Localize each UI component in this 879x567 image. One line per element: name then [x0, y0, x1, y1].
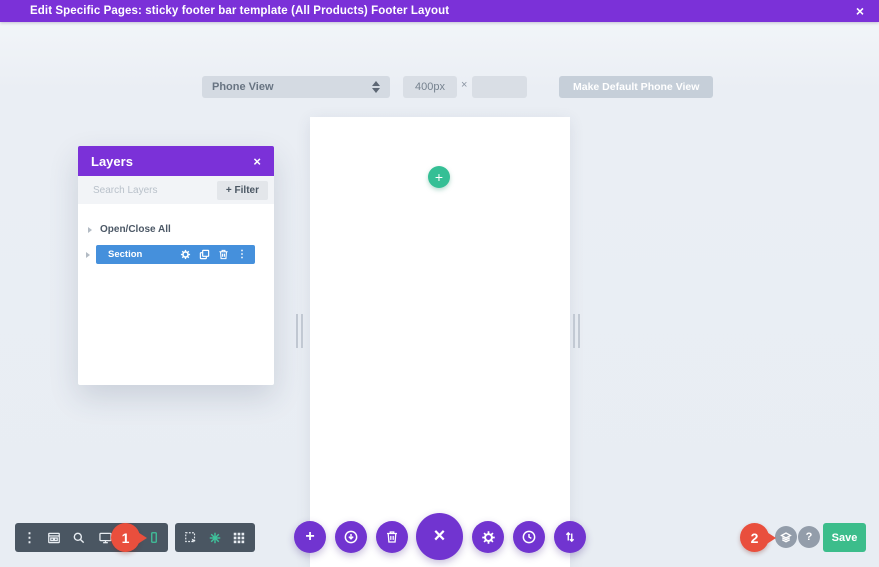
layers-list: Open/Close All Section [78, 204, 274, 264]
open-close-all-label: Open/Close All [100, 224, 171, 235]
trash-button[interactable] [376, 521, 408, 553]
resize-handle-right[interactable] [573, 314, 580, 348]
open-close-all-row[interactable]: Open/Close All [78, 224, 274, 235]
layers-panel: Layers × + Filter Open/Close All Section [78, 146, 274, 385]
settings-button[interactable] [472, 521, 504, 553]
resize-handle-left[interactable] [296, 314, 303, 348]
wireframe-view-icon[interactable] [47, 531, 61, 545]
save-to-library-button[interactable] [335, 521, 367, 553]
grid-view-icon[interactable] [232, 531, 246, 545]
save-button[interactable]: Save [823, 523, 866, 552]
click-mode-icon[interactable] [184, 531, 198, 545]
duplicate-icon[interactable] [199, 249, 210, 260]
annotation-pin-1: 1 [111, 523, 140, 552]
section-label: Section [108, 249, 172, 260]
layers-toggle-button[interactable] [775, 526, 797, 548]
annotation-pin-2: 2 [740, 523, 769, 552]
portability-button[interactable] [554, 521, 586, 553]
options-menu-icon[interactable]: ⋮ [23, 531, 36, 544]
phone-view-icon[interactable] [148, 531, 160, 544]
chevron-right-icon [88, 227, 92, 233]
gear-icon[interactable] [180, 249, 191, 260]
trash-icon[interactable] [218, 249, 229, 260]
help-button[interactable]: ? [798, 526, 820, 548]
select-stepper-icon [372, 81, 380, 93]
close-icon: × [434, 525, 446, 548]
divi-builder-screen: Edit Specific Pages: sticky footer bar t… [0, 0, 879, 567]
view-mode-select[interactable]: Phone View [202, 76, 390, 98]
layers-panel-title: Layers [91, 154, 133, 169]
top-header-bar: Edit Specific Pages: sticky footer bar t… [0, 0, 879, 22]
page-title: Edit Specific Pages: sticky footer bar t… [0, 5, 449, 17]
interaction-mode-icon[interactable] [208, 531, 222, 545]
layers-panel-header[interactable]: Layers × [78, 146, 274, 176]
close-icon[interactable]: × [856, 0, 864, 22]
section-layer-row[interactable]: Section [86, 245, 274, 264]
history-button[interactable] [513, 521, 545, 553]
make-default-phone-view-button[interactable]: Make Default Phone View [559, 76, 713, 98]
zoom-icon[interactable] [72, 531, 86, 545]
dots-vertical-icon[interactable]: ⋮ [237, 250, 247, 260]
add-button[interactable]: + [294, 521, 326, 553]
viewport-width-input[interactable] [403, 76, 457, 98]
exit-builder-button[interactable]: × [416, 513, 463, 560]
view-mode-value: Phone View [212, 81, 274, 93]
layers-close-icon[interactable]: × [253, 154, 261, 169]
section-layer-bar[interactable]: Section [96, 245, 255, 264]
interaction-mode-toolbar [175, 523, 255, 552]
chevron-right-icon[interactable] [86, 252, 90, 258]
filter-button[interactable]: + Filter [217, 181, 268, 200]
layers-search-input[interactable] [91, 184, 195, 197]
dimension-separator: × [461, 79, 467, 91]
viewport-height-input[interactable] [472, 76, 527, 98]
layers-search-row: + Filter [78, 176, 274, 204]
add-section-button[interactable]: + [428, 166, 450, 188]
